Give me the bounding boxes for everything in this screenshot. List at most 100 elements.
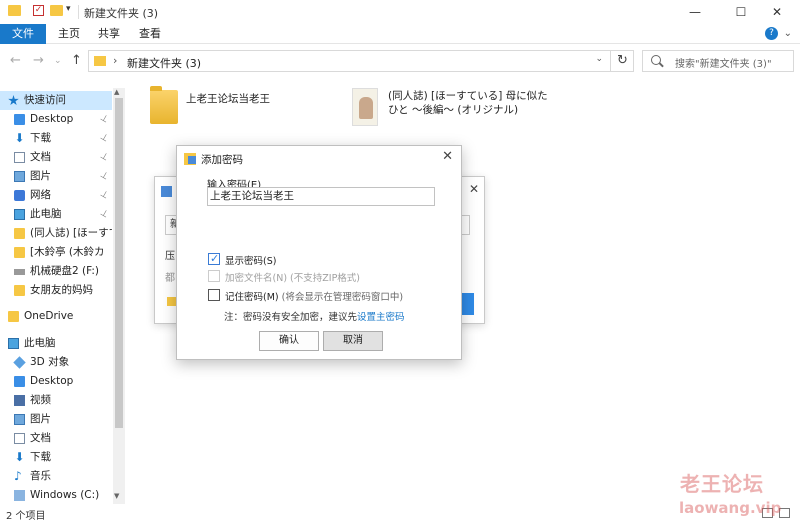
background-dialog-close-button[interactable]: ✕ xyxy=(469,182,479,196)
sidebar-item-label: (同人誌) [ほーすて xyxy=(30,227,112,239)
sidebar-item[interactable]: 此电脑 ⊥ xyxy=(0,205,112,224)
sidebar-item-label: Desktop xyxy=(30,375,74,387)
title-separator xyxy=(78,5,79,19)
document-icon xyxy=(14,433,25,444)
tab-share[interactable]: 共享 xyxy=(86,24,132,44)
folder-item[interactable]: (同人誌) [ほーすている] 母に似た ひと ～後編～ (オリジナル) xyxy=(350,84,550,126)
refresh-button[interactable]: ↻ xyxy=(610,51,634,71)
address-bar[interactable]: › 新建文件夹 (3) ⌄ xyxy=(88,50,634,72)
sidebar-item[interactable]: Desktop ⊥ xyxy=(0,110,112,129)
pin-icon: ⊥ xyxy=(98,207,111,221)
quick-access-dropdown-icon[interactable]: ▾ xyxy=(66,4,78,17)
forward-button[interactable]: → xyxy=(33,53,44,68)
remember-password-label[interactable]: 记住密码(M) (将会显示在管理密码窗口中) xyxy=(225,289,403,303)
up-button[interactable]: ↑ xyxy=(71,53,82,68)
search-icon xyxy=(651,55,661,65)
search-box[interactable]: 搜索"新建文件夹 (3)" xyxy=(642,50,794,72)
help-icon[interactable]: ? xyxy=(765,27,778,40)
pin-icon: ⊥ xyxy=(98,150,111,164)
sidebar-item-label: 女朋友的妈妈 xyxy=(30,284,93,296)
scroll-up-arrow-icon[interactable]: ▲ xyxy=(114,88,119,96)
encrypt-filenames-text: 加密文件名(N) xyxy=(225,273,288,284)
sidebar-item[interactable]: 文档 xyxy=(0,429,112,448)
sidebar-item[interactable]: (同人誌) [ほーすて xyxy=(0,224,112,243)
sidebar-item[interactable]: 此电脑 xyxy=(0,334,112,353)
sidebar-item-label: 图片 xyxy=(30,170,51,182)
sidebar-item-label: 图片 xyxy=(30,413,51,425)
sidebar-item[interactable]: [木鈴亭 (木鈴カ xyxy=(0,243,112,262)
ribbon-tabs: 文件 主页 共享 查看 ⌄ ? xyxy=(0,24,800,44)
folder-icon xyxy=(150,86,178,124)
sidebar-scrollbar[interactable]: ▲ ▼ xyxy=(113,88,125,504)
password-input[interactable]: 上老王论坛当老王 xyxy=(207,187,435,206)
minimize-button[interactable]: — xyxy=(672,0,718,24)
sidebar-item[interactable]: 快速访问 xyxy=(0,91,112,110)
scrollbar-thumb[interactable] xyxy=(115,98,123,428)
ribbon-expand-icon[interactable]: ⌄ xyxy=(784,28,792,39)
sidebar-item-label: 音乐 xyxy=(30,470,51,482)
pin-icon: ⊥ xyxy=(98,131,111,145)
sidebar-item-label: 快速访问 xyxy=(24,94,66,106)
watermark-url: laowang.vip xyxy=(679,499,782,517)
file-name: 上老王论坛当老王 xyxy=(186,93,270,105)
pictures-icon xyxy=(14,414,25,425)
compress-button[interactable] xyxy=(462,293,474,315)
cancel-button[interactable]: 取消 xyxy=(323,331,383,351)
sidebar-item[interactable]: ⬇ 下载 ⊥ xyxy=(0,129,112,148)
sidebar-item[interactable]: 视频 xyxy=(0,391,112,410)
sidebar-item[interactable]: ♪ 音乐 xyxy=(0,467,112,486)
confirm-button[interactable]: 确认 xyxy=(259,331,319,351)
sidebar-item[interactable]: 3D 对象 xyxy=(0,353,112,372)
item-count: 2 个项目 xyxy=(6,511,46,522)
sidebar-item[interactable]: 图片 xyxy=(0,410,112,429)
navigation-pane: 快速访问 Desktop ⊥ ⬇ 下载 ⊥ 文档 ⊥ 图片 ⊥ 网络 ⊥ 此电脑 ⊥ (同人誌) [ほーすて… xyxy=(0,88,126,504)
sidebar-item-label: Desktop xyxy=(30,113,74,125)
search-input[interactable]: 搜索"新建文件夹 (3)" xyxy=(675,55,772,70)
set-master-password-link[interactable]: 设置主密码 xyxy=(357,312,405,323)
sidebar-item-label: 此电脑 xyxy=(24,337,56,349)
onedrive-icon xyxy=(8,311,19,322)
pin-icon: ⊥ xyxy=(98,188,111,202)
sidebar-item-label: 此电脑 xyxy=(30,208,62,220)
dialog-close-button[interactable]: ✕ xyxy=(442,149,453,164)
sidebar-item-label: 下载 xyxy=(30,451,51,463)
close-button[interactable]: ✕ xyxy=(754,0,800,24)
sidebar-item[interactable]: 机械硬盘2 (F:) xyxy=(0,262,112,281)
add-password-dialog: 添加密码 ✕ 输入密码(E) 上老王论坛当老王 ✓ 显示密码(S) 加密文件名(… xyxy=(176,145,462,360)
sidebar-item-label: 网络 xyxy=(30,189,51,201)
desktop-icon xyxy=(14,114,25,125)
download-icon: ⬇ xyxy=(14,131,25,145)
sidebar-item[interactable]: Desktop xyxy=(0,372,112,391)
breadcrumb-current[interactable]: 新建文件夹 (3) xyxy=(127,55,201,71)
recent-locations-button[interactable]: ⌄ xyxy=(54,56,62,66)
new-folder-icon[interactable] xyxy=(50,5,63,16)
properties-icon[interactable]: ✓ xyxy=(33,5,44,16)
sidebar-item[interactable]: ⬇ 下载 xyxy=(0,448,112,467)
sidebar-item-label: OneDrive xyxy=(24,310,74,322)
sidebar-item[interactable]: 文档 ⊥ xyxy=(0,148,112,167)
computer-icon xyxy=(8,338,19,349)
checkbox[interactable] xyxy=(208,289,220,301)
folder-icon xyxy=(14,285,25,296)
show-password-label[interactable]: 显示密码(S) xyxy=(225,253,276,267)
windows-drive-icon xyxy=(14,490,25,501)
scroll-down-arrow-icon[interactable]: ▼ xyxy=(114,492,119,500)
file-name-line2: ひと ～後編～ (オリジナル) xyxy=(388,104,519,116)
sidebar-item-label: 3D 对象 xyxy=(30,356,70,368)
image-thumbnail-icon xyxy=(352,88,378,126)
sidebar-item[interactable]: 图片 ⊥ xyxy=(0,167,112,186)
sidebar-item[interactable]: 女朋友的妈妈 xyxy=(0,281,112,300)
folder-icon xyxy=(14,247,25,258)
folder-item[interactable]: 上老王论坛当老王 xyxy=(146,84,326,126)
breadcrumb-separator[interactable]: › xyxy=(113,54,117,67)
note-text: 注：密码没有安全加密，建议先 xyxy=(224,312,358,323)
address-dropdown-icon[interactable]: ⌄ xyxy=(595,54,603,64)
checkbox[interactable]: ✓ xyxy=(208,252,220,265)
sidebar-item[interactable]: 网络 ⊥ xyxy=(0,186,112,205)
back-button[interactable]: ← xyxy=(10,53,21,68)
option-label: 都 xyxy=(165,273,175,284)
sidebar-item[interactable]: Windows (C:) xyxy=(0,486,112,505)
tab-file[interactable]: 文件 xyxy=(0,24,46,44)
sidebar-item[interactable]: OneDrive xyxy=(0,307,112,326)
tab-view[interactable]: 查看 xyxy=(127,24,173,44)
